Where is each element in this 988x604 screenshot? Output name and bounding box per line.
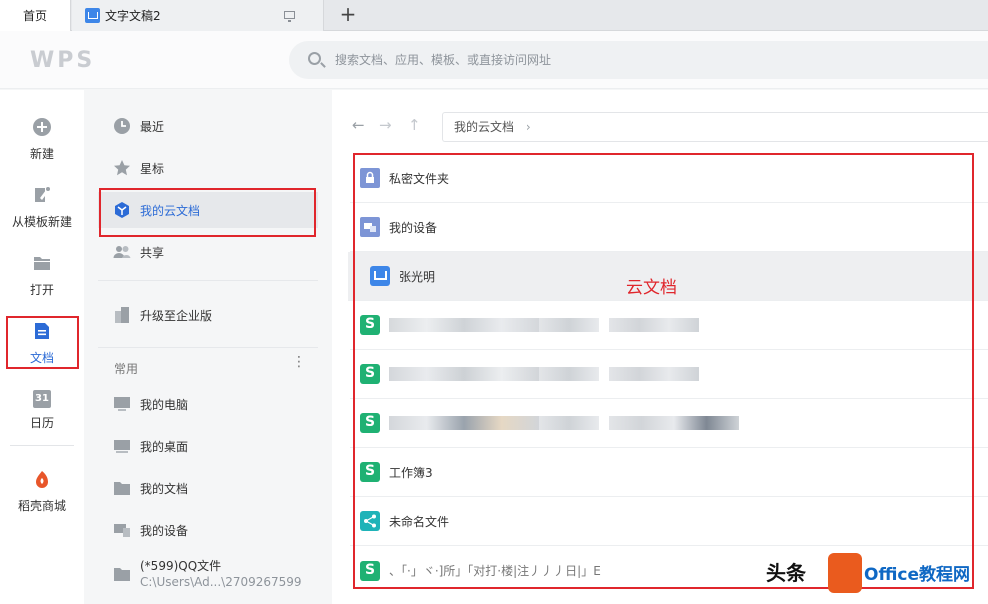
writer-icon xyxy=(85,8,100,23)
search-input[interactable] xyxy=(335,50,935,70)
office-logo-icon xyxy=(828,553,862,593)
star-icon xyxy=(114,160,130,176)
nav-item-label: (*599)QQ文件 xyxy=(140,559,222,573)
back-arrow-icon[interactable]: ← xyxy=(352,116,365,134)
nav-item-recent[interactable]: 最近 xyxy=(98,108,318,144)
breadcrumb-item[interactable]: 我的云文档 xyxy=(454,120,514,134)
nav-item-label: 升级至企业版 xyxy=(140,308,213,323)
docer-store-label: 稻壳商城 xyxy=(17,499,66,513)
docer-store-button[interactable]: 稻壳商城 xyxy=(0,470,84,514)
forward-arrow-icon[interactable]: → xyxy=(379,116,392,134)
nav-item-label: 我的桌面 xyxy=(140,439,189,454)
device-icon xyxy=(114,524,130,537)
desktop-icon xyxy=(114,440,130,453)
folder-open-icon xyxy=(34,257,50,270)
more-options-icon[interactable]: ⋮ xyxy=(292,355,306,369)
leftbar-divider xyxy=(10,445,74,446)
search-bar[interactable] xyxy=(289,41,988,79)
highlight-my-cloud-docs xyxy=(99,188,316,237)
plus-circle-icon xyxy=(33,118,51,136)
nav-divider xyxy=(98,347,318,348)
up-arrow-icon[interactable]: ↑ xyxy=(408,116,421,134)
nav-item-qq-files[interactable]: (*599)QQ文件 C:\Users\Ad...\2709267599 xyxy=(98,554,318,594)
nav-item-label: 我的电脑 xyxy=(140,397,189,412)
nav-item-label: 星标 xyxy=(140,161,165,176)
nav-item-my-devices[interactable]: 我的设备 xyxy=(98,512,318,548)
tab-document[interactable]: 文字文稿2 xyxy=(72,0,324,31)
new-button[interactable]: 新建 xyxy=(0,118,84,162)
new-from-template-button[interactable]: 从模板新建 xyxy=(0,186,84,230)
open-button[interactable]: 打开 xyxy=(0,254,84,298)
monitor-icon[interactable] xyxy=(284,11,295,22)
tab-home[interactable]: 首页 xyxy=(0,0,71,31)
open-label: 打开 xyxy=(29,283,54,297)
new-label: 新建 xyxy=(29,147,54,161)
calendar-button[interactable]: 31 日历 xyxy=(0,390,84,431)
common-section-header: 常用 xyxy=(114,362,139,376)
nav-item-my-desktop[interactable]: 我的桌面 xyxy=(98,428,318,464)
nav-item-upgrade-enterprise[interactable]: 升级至企业版 xyxy=(98,297,318,333)
nav-item-starred[interactable]: 星标 xyxy=(98,150,318,186)
computer-icon xyxy=(114,397,130,411)
nav-item-my-computer[interactable]: 我的电脑 xyxy=(98,386,318,422)
wps-logo: WPS xyxy=(30,48,96,73)
navigation-panel: 最近 星标 我的云文档 共享 升级至企业版 常用 ⋮ 我的电脑 我的桌面 我的文… xyxy=(84,90,332,604)
chevron-right-icon: › xyxy=(525,120,531,134)
docer-store-icon xyxy=(36,471,48,488)
nav-item-my-documents[interactable]: 我的文档 xyxy=(98,470,318,506)
breadcrumb-bar: ← → ↑ 我的云文档 › xyxy=(332,90,988,144)
toutiao-watermark: 头条 xyxy=(766,561,806,585)
calendar-icon: 31 xyxy=(33,390,51,408)
tab-bar: 首页 文字文稿2 + xyxy=(0,0,988,31)
people-icon xyxy=(113,246,131,258)
breadcrumb[interactable]: 我的云文档 › xyxy=(442,112,988,142)
header: WPS xyxy=(0,31,988,89)
nav-item-shared[interactable]: 共享 xyxy=(98,234,318,270)
cloud-docs-annotation: 云文档 xyxy=(626,278,677,298)
search-icon xyxy=(308,52,321,65)
building-icon xyxy=(115,307,129,323)
highlight-documents xyxy=(6,316,79,369)
highlight-file-list xyxy=(353,153,974,589)
clock-icon xyxy=(114,118,130,134)
new-tab-button[interactable]: + xyxy=(336,3,360,27)
calendar-label: 日历 xyxy=(29,416,54,430)
new-from-template-label: 从模板新建 xyxy=(11,215,72,229)
template-icon xyxy=(35,187,50,202)
folder-icon xyxy=(114,482,130,495)
nav-item-label: 我的文档 xyxy=(140,481,189,496)
nav-item-path: C:\Users\Ad...\2709267599 xyxy=(140,575,302,589)
nav-item-label: 最近 xyxy=(140,119,165,134)
folder-icon xyxy=(114,568,130,581)
nav-item-label: 共享 xyxy=(140,245,165,260)
tab-document-label: 文字文稿2 xyxy=(105,9,161,23)
nav-divider xyxy=(98,280,318,281)
brand-watermark: Office教程网 xyxy=(864,565,971,585)
nav-item-label: 我的设备 xyxy=(140,523,189,538)
